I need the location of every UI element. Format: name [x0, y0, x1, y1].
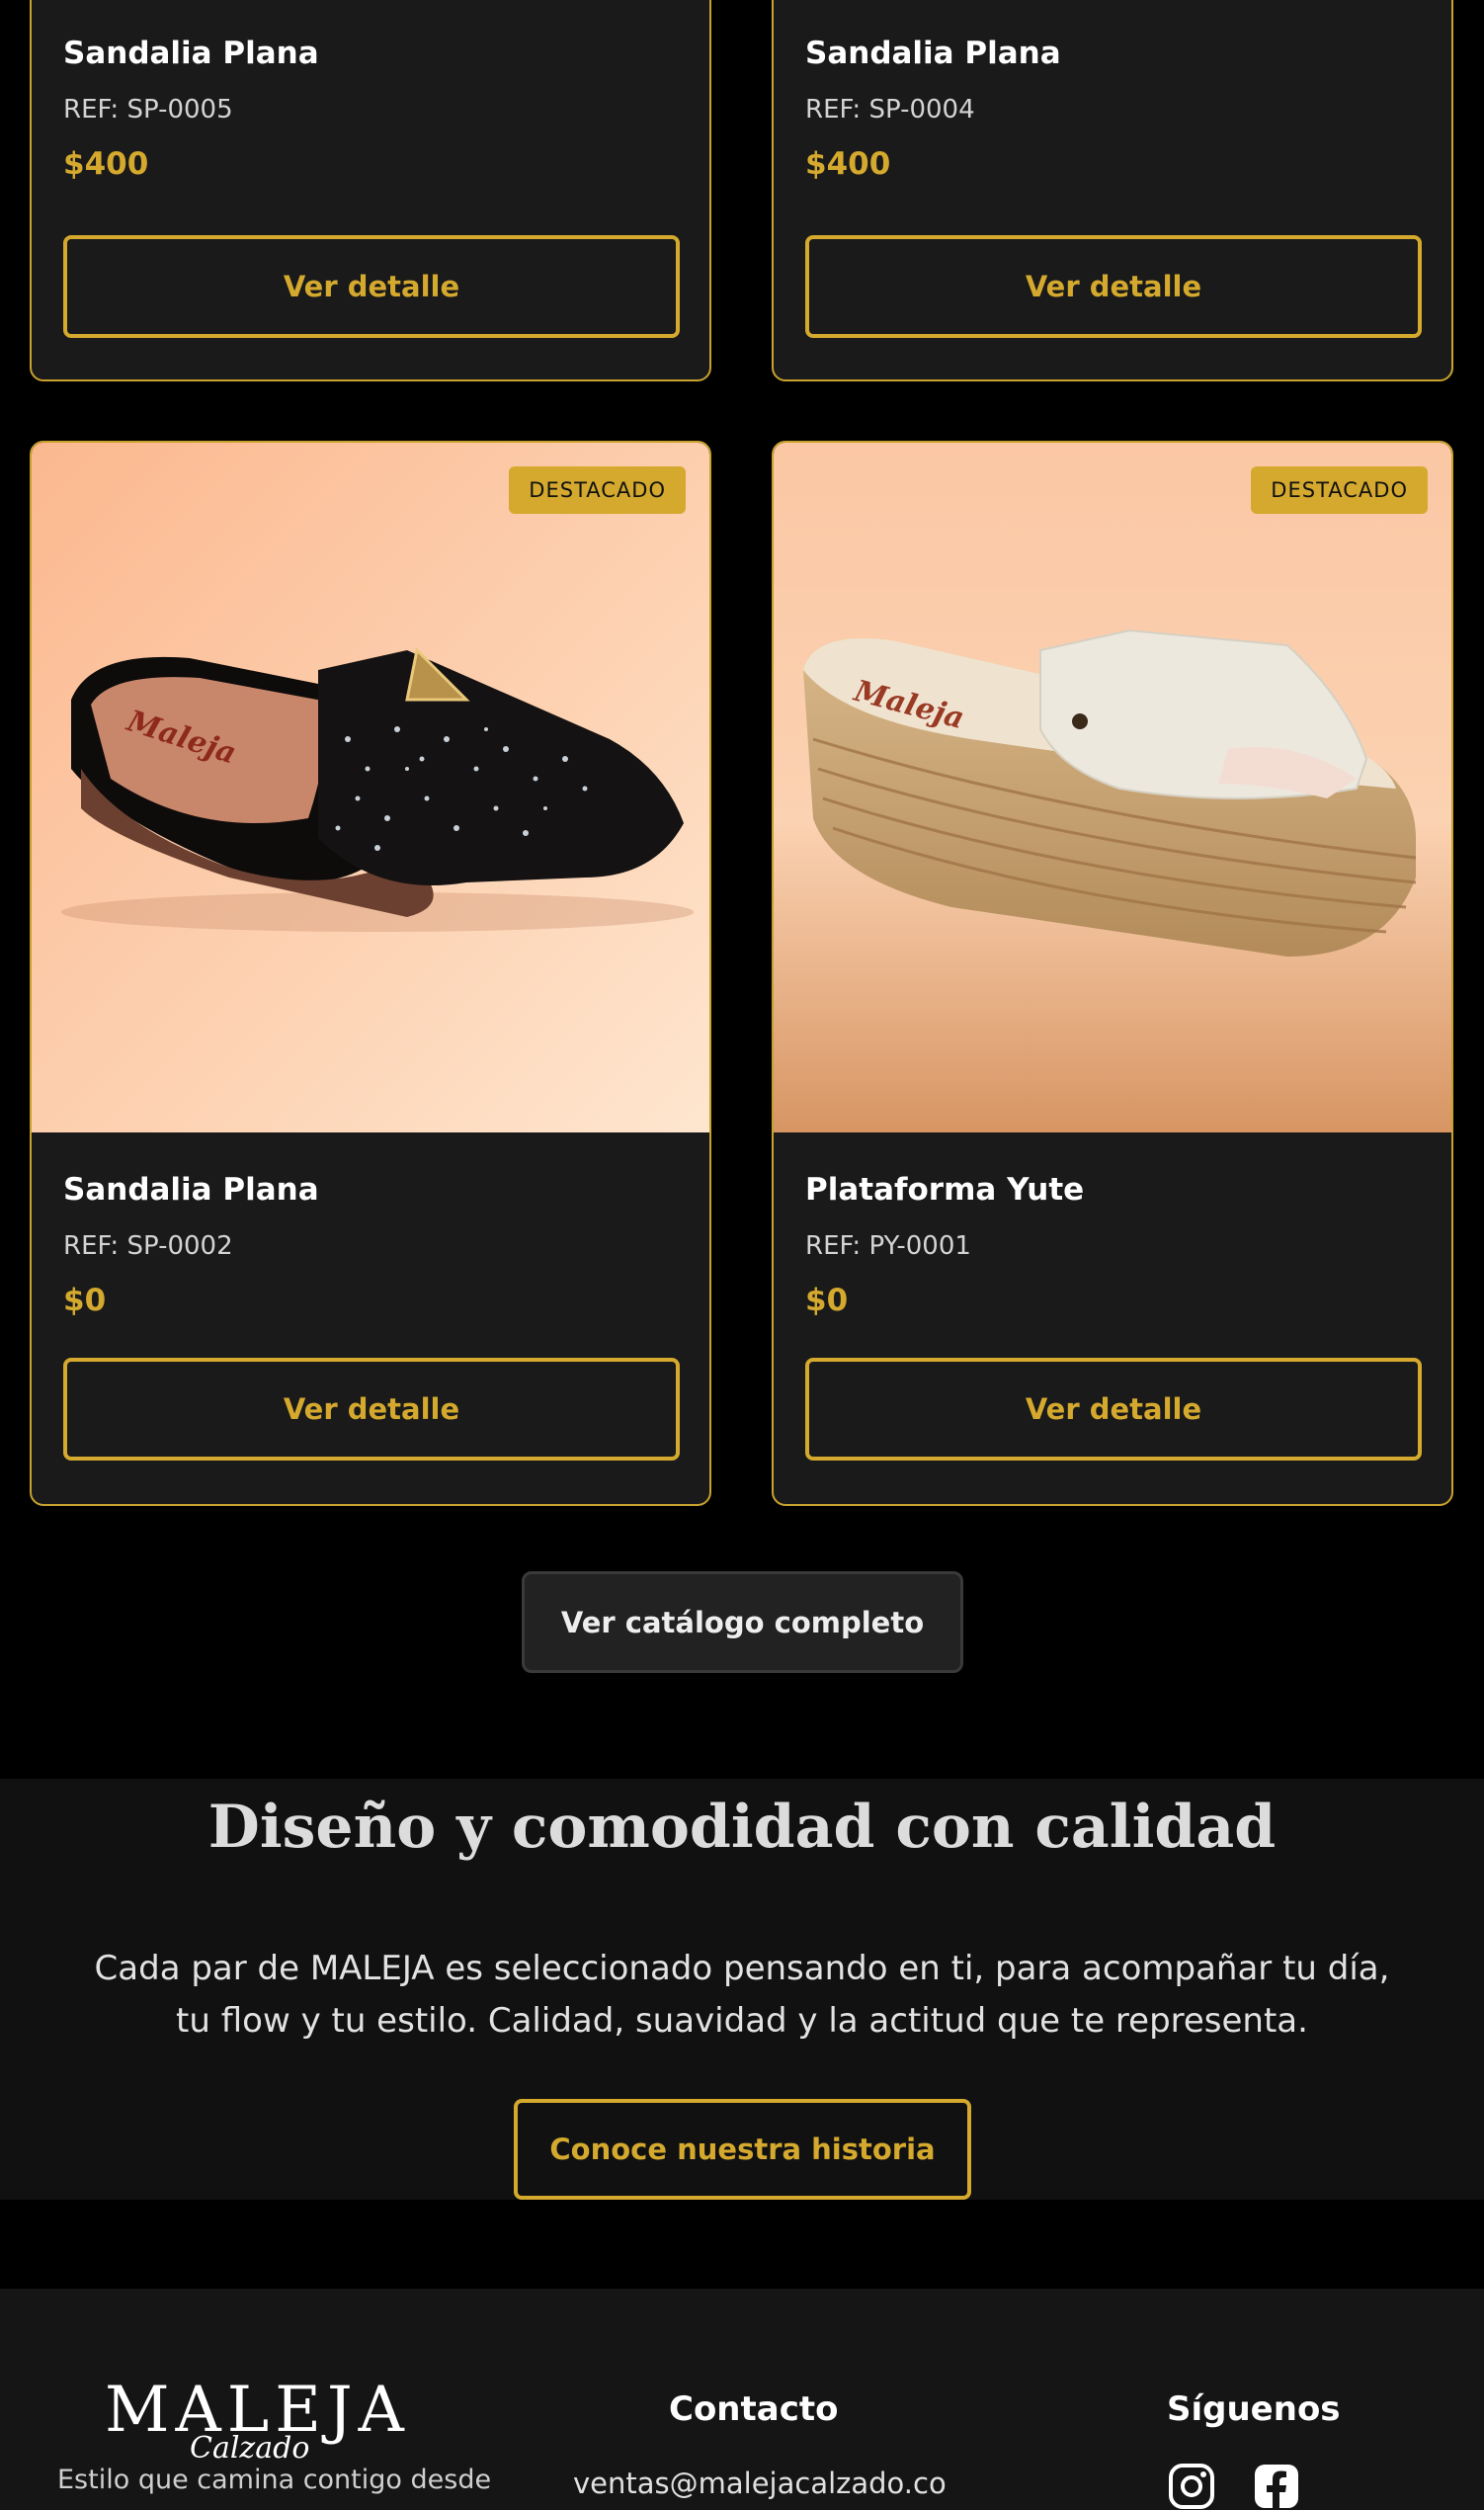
product-ref: REF: SP-0005 [63, 95, 233, 125]
about-title: Diseño y comodidad con calidad [207, 1793, 1277, 1862]
our-story-button[interactable]: Conoce nuestra historia [514, 2099, 971, 2200]
black-rhinestone-slide-sandal-image: Maleja [32, 443, 709, 1132]
contact-email-link[interactable]: ventas@malejacalzado.co [573, 2467, 947, 2500]
about-section: Diseño y comodidad con calidad Cada par … [0, 1779, 1484, 2200]
product-title: Sandalia Plana [63, 1172, 319, 1208]
product-card: Maleja DESTACADO Sandalia Plana REF: SP-… [30, 441, 711, 1506]
product-price: $0 [63, 1283, 107, 1318]
social-heading: Síguenos [1167, 2389, 1341, 2429]
white-jute-platform-sandal-image: Maleja [774, 443, 1451, 1132]
facebook-icon[interactable] [1253, 2463, 1300, 2510]
product-ref: REF: SP-0002 [63, 1231, 233, 1261]
product-card: Maleja DESTACADO Plataforma Yute REF: PY… [772, 441, 1453, 1506]
product-title: Plataforma Yute [805, 1172, 1085, 1208]
instagram-icon[interactable] [1168, 2463, 1215, 2510]
product-ref: REF: SP-0004 [805, 95, 975, 125]
featured-badge: DESTACADO [509, 466, 686, 514]
view-detail-button[interactable]: Ver detalle [805, 235, 1422, 338]
view-detail-button[interactable]: Ver detalle [63, 235, 680, 338]
product-card: Sandalia Plana REF: SP-0005 $400 Ver det… [30, 0, 711, 381]
product-title: Sandalia Plana [63, 36, 319, 71]
product-price: $0 [805, 1283, 849, 1318]
product-image[interactable]: Maleja DESTACADO [774, 443, 1451, 1132]
view-detail-button[interactable]: Ver detalle [805, 1358, 1422, 1461]
product-card: Sandalia Plana REF: SP-0004 $400 Ver det… [772, 0, 1453, 381]
product-ref: REF: PY-0001 [805, 1231, 971, 1261]
product-title: Sandalia Plana [805, 36, 1061, 71]
featured-badge: DESTACADO [1251, 466, 1428, 514]
product-price: $400 [63, 146, 149, 182]
footer: MALEJA Calzado Estilo que camina contigo… [0, 2289, 1484, 2510]
product-image[interactable]: Maleja DESTACADO [32, 443, 709, 1132]
view-full-catalog-button[interactable]: Ver catálogo completo [522, 1571, 963, 1673]
view-detail-button[interactable]: Ver detalle [63, 1358, 680, 1461]
brand-tagline: Estilo que camina contigo desde [57, 2465, 492, 2495]
contact-heading: Contacto [669, 2389, 839, 2429]
brand-logo-subtitle: Calzado [190, 2431, 310, 2466]
product-price: $400 [805, 146, 891, 182]
about-text: Cada par de MALEJA es seleccionado pensa… [94, 1949, 1390, 2041]
